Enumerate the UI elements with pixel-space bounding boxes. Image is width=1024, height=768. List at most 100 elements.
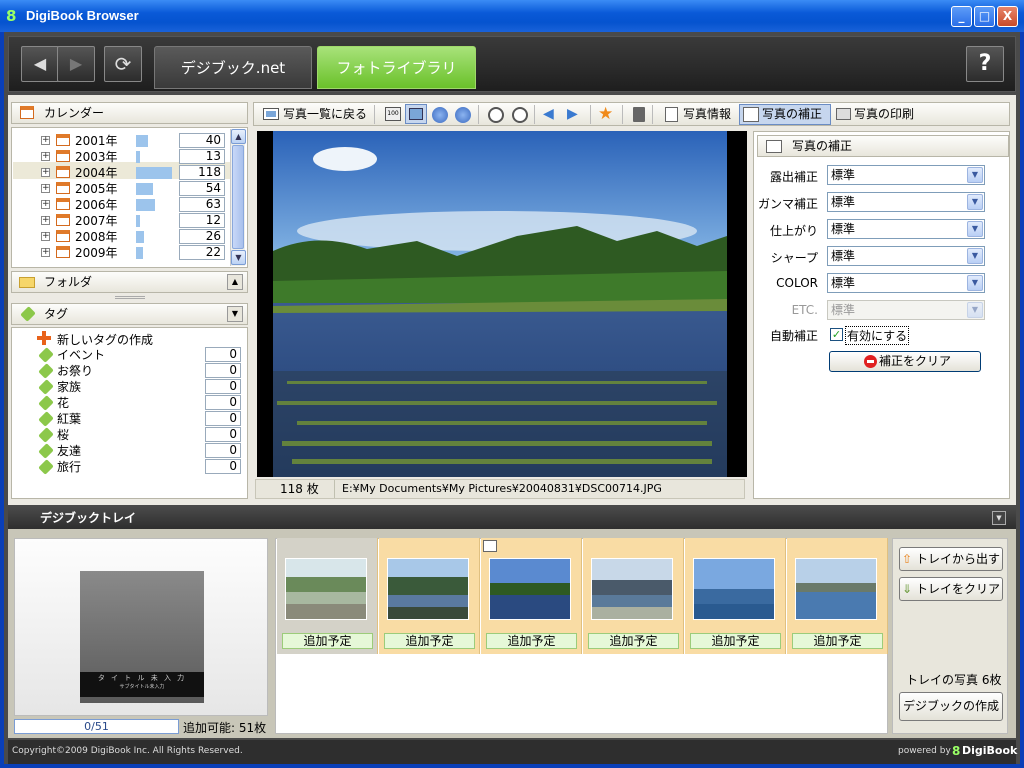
expand-icon[interactable]: +	[41, 136, 50, 145]
photo-toolbar: 写真一覧に戻る 100 ◀ ▶ ★ 写真情報 写真の補正 写真の印刷	[253, 102, 1010, 126]
new-tag-link[interactable]: 新しいタグの作成	[57, 331, 153, 348]
photo-viewer[interactable]	[257, 131, 747, 477]
calendar-year-row[interactable]: + 2001年 40	[12, 133, 229, 149]
year-count-bar	[136, 135, 148, 147]
calendar-header[interactable]: カレンダー	[11, 102, 248, 124]
photo-correct-button[interactable]: 写真の補正	[762, 105, 822, 124]
correction-value: 標準	[831, 249, 856, 263]
tray-thumbnail[interactable]: 追加予定	[481, 538, 582, 654]
folder-header[interactable]: フォルダ ▲	[11, 271, 248, 293]
previous-photo-icon[interactable]: ◀	[543, 106, 554, 122]
tag-row[interactable]: 旅行 0	[12, 459, 247, 475]
book-preview[interactable]: タ イ ト ル 未 入 力 サブタイトル未入力	[14, 538, 268, 716]
tag-icon	[38, 411, 54, 427]
expand-icon[interactable]: +	[41, 152, 50, 161]
corrected-badge-icon	[483, 540, 497, 552]
tab-digibook-net[interactable]: デジブック.net	[154, 46, 312, 89]
back-to-list-button[interactable]: 写真一覧に戻る	[283, 105, 367, 124]
clear-tray-button[interactable]: ⇓ トレイをクリア	[899, 577, 1003, 601]
tab-photo-library[interactable]: フォトライブラリ	[317, 46, 476, 89]
tag-row[interactable]: 花 0	[12, 395, 247, 411]
actual-size-icon[interactable]: 100	[385, 107, 401, 121]
tray-thumbnail[interactable]: 追加予定	[583, 538, 684, 654]
remove-from-tray-button[interactable]: ⇧ トレイから出す	[899, 547, 1003, 571]
tag-row[interactable]: 家族 0	[12, 379, 247, 395]
forward-button[interactable]: ▶	[57, 46, 95, 82]
tag-row[interactable]: 紅葉 0	[12, 411, 247, 427]
clear-correction-button[interactable]: 補正をクリア	[829, 351, 981, 372]
back-button[interactable]: ◀	[21, 46, 59, 82]
scroll-up-icon[interactable]: ▲	[231, 129, 246, 144]
tag-row[interactable]: 桜 0	[12, 427, 247, 443]
tray-header: デジブックトレイ ▼	[8, 507, 1016, 529]
status-divider	[334, 480, 335, 498]
scroll-thumb[interactable]	[232, 145, 244, 249]
expand-icon[interactable]: +	[41, 184, 50, 193]
tag-row[interactable]: お祭り 0	[12, 363, 247, 379]
maximize-button[interactable]: □	[974, 6, 995, 27]
correction-select[interactable]: 標準 ▼	[827, 192, 985, 212]
photo-info-button[interactable]: 写真情報	[683, 105, 731, 124]
expand-icon[interactable]: +	[41, 216, 50, 225]
refresh-button[interactable]: ⟳	[104, 46, 142, 82]
year-count: 40	[179, 133, 225, 148]
close-button[interactable]: X	[997, 6, 1018, 27]
book-progress: 0/51	[14, 719, 179, 734]
correction-select[interactable]: 標準 ▼	[827, 246, 985, 266]
book-title: タ イ ト ル 未 入 力	[97, 674, 187, 682]
calendar-year-row[interactable]: + 2009年 22	[12, 245, 229, 261]
expand-icon[interactable]: +	[41, 200, 50, 209]
expand-icon[interactable]: +	[41, 248, 50, 257]
zoom-in-icon[interactable]	[432, 107, 448, 123]
correction-value: 標準	[831, 195, 856, 209]
expand-icon[interactable]: +	[41, 168, 50, 177]
tray-thumbnail[interactable]: 追加予定	[277, 538, 378, 654]
delete-trash-icon[interactable]	[633, 107, 645, 122]
favorite-star-icon[interactable]: ★	[598, 104, 613, 124]
next-photo-icon[interactable]: ▶	[567, 106, 578, 122]
splitter-grip[interactable]	[115, 296, 145, 299]
calendar-year-row[interactable]: + 2005年 54	[12, 181, 229, 197]
tag-row[interactable]: 友達 0	[12, 443, 247, 459]
tag-header[interactable]: タグ ▼	[11, 303, 248, 325]
fit-window-icon[interactable]	[405, 104, 427, 124]
calendar-year-row[interactable]: + 2007年 12	[12, 213, 229, 229]
scroll-down-icon[interactable]: ▼	[231, 250, 246, 265]
tag-row[interactable]: イベント 0	[12, 347, 247, 363]
correction-select[interactable]: 標準 ▼	[827, 165, 985, 185]
auto-correct-checkbox[interactable]: ✓	[830, 328, 843, 341]
tray-thumbnail[interactable]: 追加予定	[685, 538, 786, 654]
correction-select[interactable]: 標準 ▼	[827, 273, 985, 293]
remove-from-tray-label: トレイから出す	[915, 552, 1000, 566]
calendar-year-row[interactable]: + 2003年 13	[12, 149, 229, 165]
thumbnail-image	[591, 558, 673, 620]
calendar-year-row[interactable]: + 2004年 118	[12, 165, 229, 181]
rotate-right-icon[interactable]	[512, 107, 528, 123]
year-count-bar	[136, 183, 153, 195]
collapse-down-icon[interactable]: ▼	[227, 306, 243, 322]
tray-thumbnail[interactable]: 追加予定	[787, 538, 888, 654]
tray-thumbnail[interactable]: 追加予定	[379, 538, 480, 654]
collapse-up-icon[interactable]: ▲	[227, 274, 243, 290]
auto-correct-checkbox-label[interactable]: 有効にする	[845, 326, 910, 345]
correction-select: 標準 ▼	[827, 300, 985, 320]
zoom-out-icon[interactable]	[455, 107, 471, 123]
tag-label: イベント	[57, 348, 106, 362]
correction-select[interactable]: 標準 ▼	[827, 219, 985, 239]
calendar-scrollbar[interactable]: ▲ ▼	[230, 129, 246, 266]
calendar-year-icon	[56, 214, 70, 226]
create-digibook-button[interactable]: デジブックの作成	[899, 692, 1003, 721]
calendar-year-row[interactable]: + 2006年 63	[12, 197, 229, 213]
tray-collapse-icon[interactable]: ▼	[992, 511, 1006, 525]
rotate-left-icon[interactable]	[488, 107, 504, 123]
toolbar-separator	[534, 105, 535, 124]
help-button[interactable]: ?	[966, 46, 1004, 82]
tray-photo-count: トレイの写真 6枚	[906, 673, 1002, 687]
calendar-year-row[interactable]: + 2008年 26	[12, 229, 229, 245]
photo-print-button[interactable]: 写真の印刷	[854, 105, 914, 124]
minimize-button[interactable]: _	[951, 6, 972, 27]
window-title: DigiBook Browser	[26, 8, 139, 23]
calendar-year-icon	[56, 150, 70, 162]
expand-icon[interactable]: +	[41, 232, 50, 241]
year-count: 13	[179, 149, 225, 164]
